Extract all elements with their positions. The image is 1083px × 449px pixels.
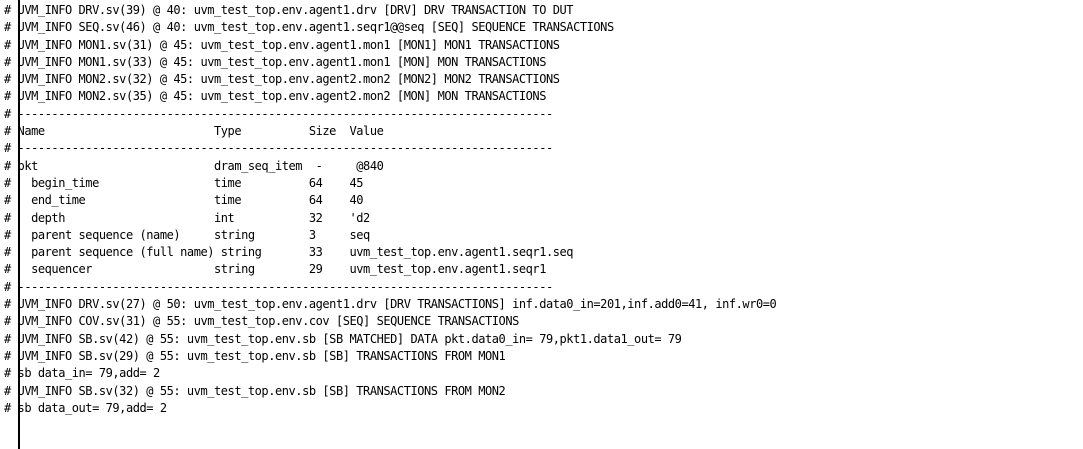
log-line: # UVM_INFO COV.sv(31) @ 55: uvm_test_top…: [4, 314, 519, 329]
table-row: # begin_time time 64 45: [4, 175, 364, 190]
table-separator-line: # --------------------------------------…: [4, 106, 553, 121]
log-line: # sb data_out= 79,add= 2: [4, 400, 167, 415]
log-line: # UVM_INFO SB.sv(29) @ 55: uvm_test_top.…: [4, 348, 506, 363]
table-header-line: # Name Type Size Value: [4, 124, 384, 139]
table-row: # sequencer string 29 uvm_test_top.env.a…: [4, 262, 546, 277]
table-row: # pkt dram_seq_item - @840: [4, 158, 384, 173]
table-separator-line: # --------------------------------------…: [4, 141, 553, 156]
table-separator-line: # --------------------------------------…: [4, 279, 553, 294]
log-line: # UVM_INFO DRV.sv(39) @ 40: uvm_test_top…: [4, 3, 574, 17]
log-line: # UVM_INFO SEQ.sv(46) @ 40: uvm_test_top…: [4, 20, 614, 35]
table-row: # end_time time 64 40: [4, 193, 364, 208]
log-line: # UVM_INFO MON2.sv(32) @ 45: uvm_test_to…: [4, 72, 560, 87]
table-row: # parent sequence (name) string 3 seq: [4, 227, 370, 242]
table-row: # parent sequence (full name) string 33 …: [4, 245, 574, 260]
log-line: # UVM_INFO DRV.sv(27) @ 50: uvm_test_top…: [4, 297, 777, 312]
transcript-console[interactable]: # UVM_INFO DRV.sv(39) @ 40: uvm_test_top…: [0, 0, 1083, 449]
log-line: # UVM_INFO MON1.sv(31) @ 45: uvm_test_to…: [4, 37, 560, 52]
log-line: # UVM_INFO SB.sv(32) @ 55: uvm_test_top.…: [4, 383, 506, 398]
log-line: # UVM_INFO MON2.sv(35) @ 45: uvm_test_to…: [4, 89, 546, 104]
transcript-lines: # UVM_INFO DRV.sv(39) @ 40: uvm_test_top…: [4, 2, 777, 417]
table-row: # depth int 32 'd2: [4, 210, 370, 225]
log-line: # UVM_INFO SB.sv(42) @ 55: uvm_test_top.…: [4, 331, 682, 346]
log-line: # sb data_in= 79,add= 2: [4, 366, 160, 381]
log-line: # UVM_INFO MON1.sv(33) @ 45: uvm_test_to…: [4, 54, 546, 69]
